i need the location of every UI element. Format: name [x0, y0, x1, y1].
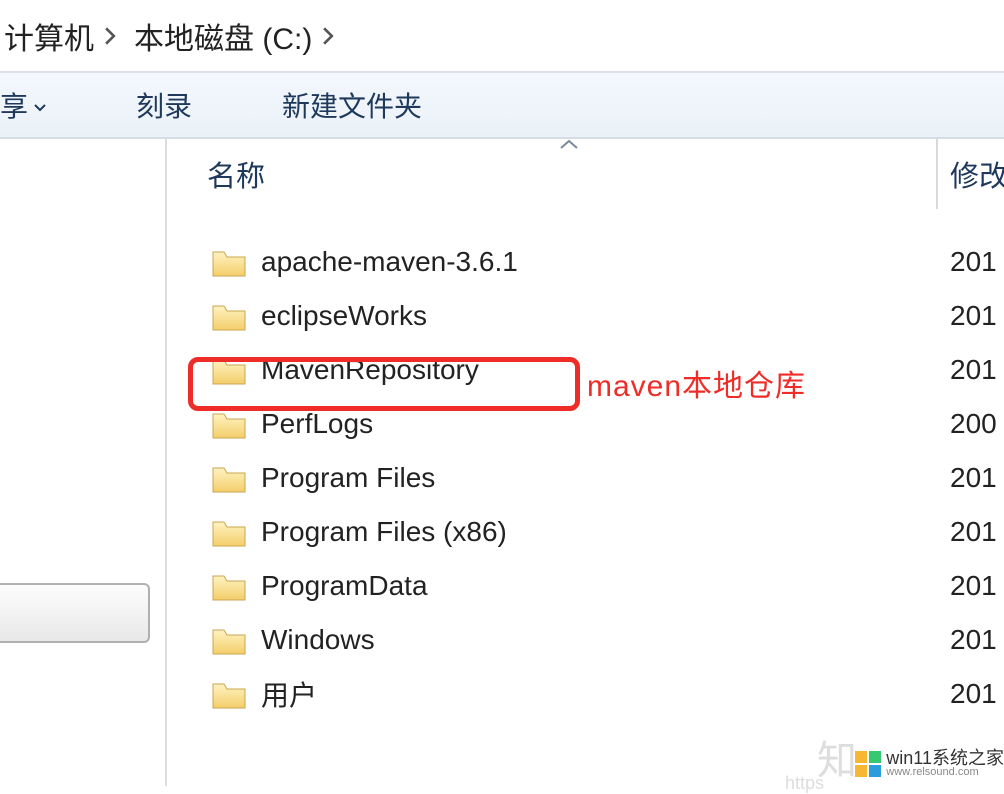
folder-icon [211, 678, 247, 710]
file-name: Program Files [261, 462, 938, 494]
column-header-row: 名称 修改 [167, 139, 1004, 209]
file-modified: 201 [938, 300, 1004, 332]
column-modified-label: 修改 [950, 161, 1004, 193]
list-item[interactable]: Program Files 201 [167, 451, 1004, 505]
new-folder-button[interactable]: 新建文件夹 [262, 73, 442, 137]
detail-pane: 名称 修改 apache-maven-3.6.1 201 eclipseWork… [167, 139, 1004, 786]
site-logo-icon [854, 750, 882, 778]
new-folder-label: 新建文件夹 [282, 85, 422, 125]
column-header-modified[interactable]: 修改 [938, 153, 1004, 195]
list-item[interactable]: Windows 201 [167, 613, 1004, 667]
file-name: Windows [261, 624, 938, 656]
burn-button[interactable]: 刻录 [116, 73, 212, 137]
column-header-name[interactable]: 名称 [167, 153, 936, 195]
chevron-right-icon[interactable] [98, 27, 122, 45]
chevron-right-icon[interactable] [316, 27, 340, 45]
list-item[interactable]: apache-maven-3.6.1 201 [167, 235, 1004, 289]
list-item[interactable]: PerfLogs 200 [167, 397, 1004, 451]
file-modified: 201 [938, 678, 1004, 710]
folder-icon [211, 462, 247, 494]
file-name: apache-maven-3.6.1 [261, 246, 938, 278]
folder-icon [211, 354, 247, 386]
breadcrumb-item-cdrive[interactable]: 本地磁盘 (C:) [130, 14, 348, 58]
file-modified: 201 [938, 624, 1004, 656]
burn-label: 刻录 [136, 85, 192, 125]
list-item[interactable]: ProgramData 201 [167, 559, 1004, 613]
file-name: eclipseWorks [261, 300, 938, 332]
column-name-label: 名称 [207, 161, 265, 193]
list-item[interactable]: Program Files (x86) 201 [167, 505, 1004, 559]
file-name: Program Files (x86) [261, 516, 938, 548]
folder-icon [211, 246, 247, 278]
watermark-domain: www.relsound.com [886, 767, 1004, 778]
watermark-site-label: win11系统之家 [886, 749, 1004, 767]
file-modified: 201 [938, 570, 1004, 602]
navigation-pane [0, 139, 167, 786]
file-list: apache-maven-3.6.1 201 eclipseWorks 201 … [167, 209, 1004, 721]
breadcrumb-label: 计算机 [4, 14, 94, 58]
toolbar: 享 刻录 新建文件夹 [0, 73, 1004, 139]
folder-icon [211, 516, 247, 548]
address-bar: 计算机 本地磁盘 (C:) [0, 0, 1004, 73]
file-modified: 201 [938, 246, 1004, 278]
list-item[interactable]: MavenRepository 201 [167, 343, 1004, 397]
watermark-url: https [785, 773, 824, 794]
file-modified: 201 [938, 354, 1004, 386]
file-name: ProgramData [261, 570, 938, 602]
watermark-site: win11系统之家 www.relsound.com [854, 749, 1004, 778]
chevron-down-icon [34, 104, 46, 112]
nav-tree-item[interactable] [0, 583, 150, 643]
file-modified: 201 [938, 462, 1004, 494]
list-item[interactable]: eclipseWorks 201 [167, 289, 1004, 343]
file-modified: 200 [938, 408, 1004, 440]
breadcrumb-label: 本地磁盘 (C:) [134, 14, 312, 58]
folder-icon [211, 300, 247, 332]
collapse-caret-icon[interactable] [559, 137, 579, 149]
file-name: 用户 [261, 674, 938, 714]
breadcrumb-item-computer[interactable]: 计算机 [0, 14, 130, 58]
share-button[interactable]: 享 [0, 73, 66, 137]
folder-icon [211, 570, 247, 602]
share-label: 享 [0, 85, 28, 125]
folder-icon [211, 408, 247, 440]
file-name: PerfLogs [261, 408, 938, 440]
file-modified: 201 [938, 516, 1004, 548]
file-name: MavenRepository [261, 354, 938, 386]
folder-icon [211, 624, 247, 656]
list-item[interactable]: 用户 201 [167, 667, 1004, 721]
content-area: 名称 修改 apache-maven-3.6.1 201 eclipseWork… [0, 139, 1004, 786]
